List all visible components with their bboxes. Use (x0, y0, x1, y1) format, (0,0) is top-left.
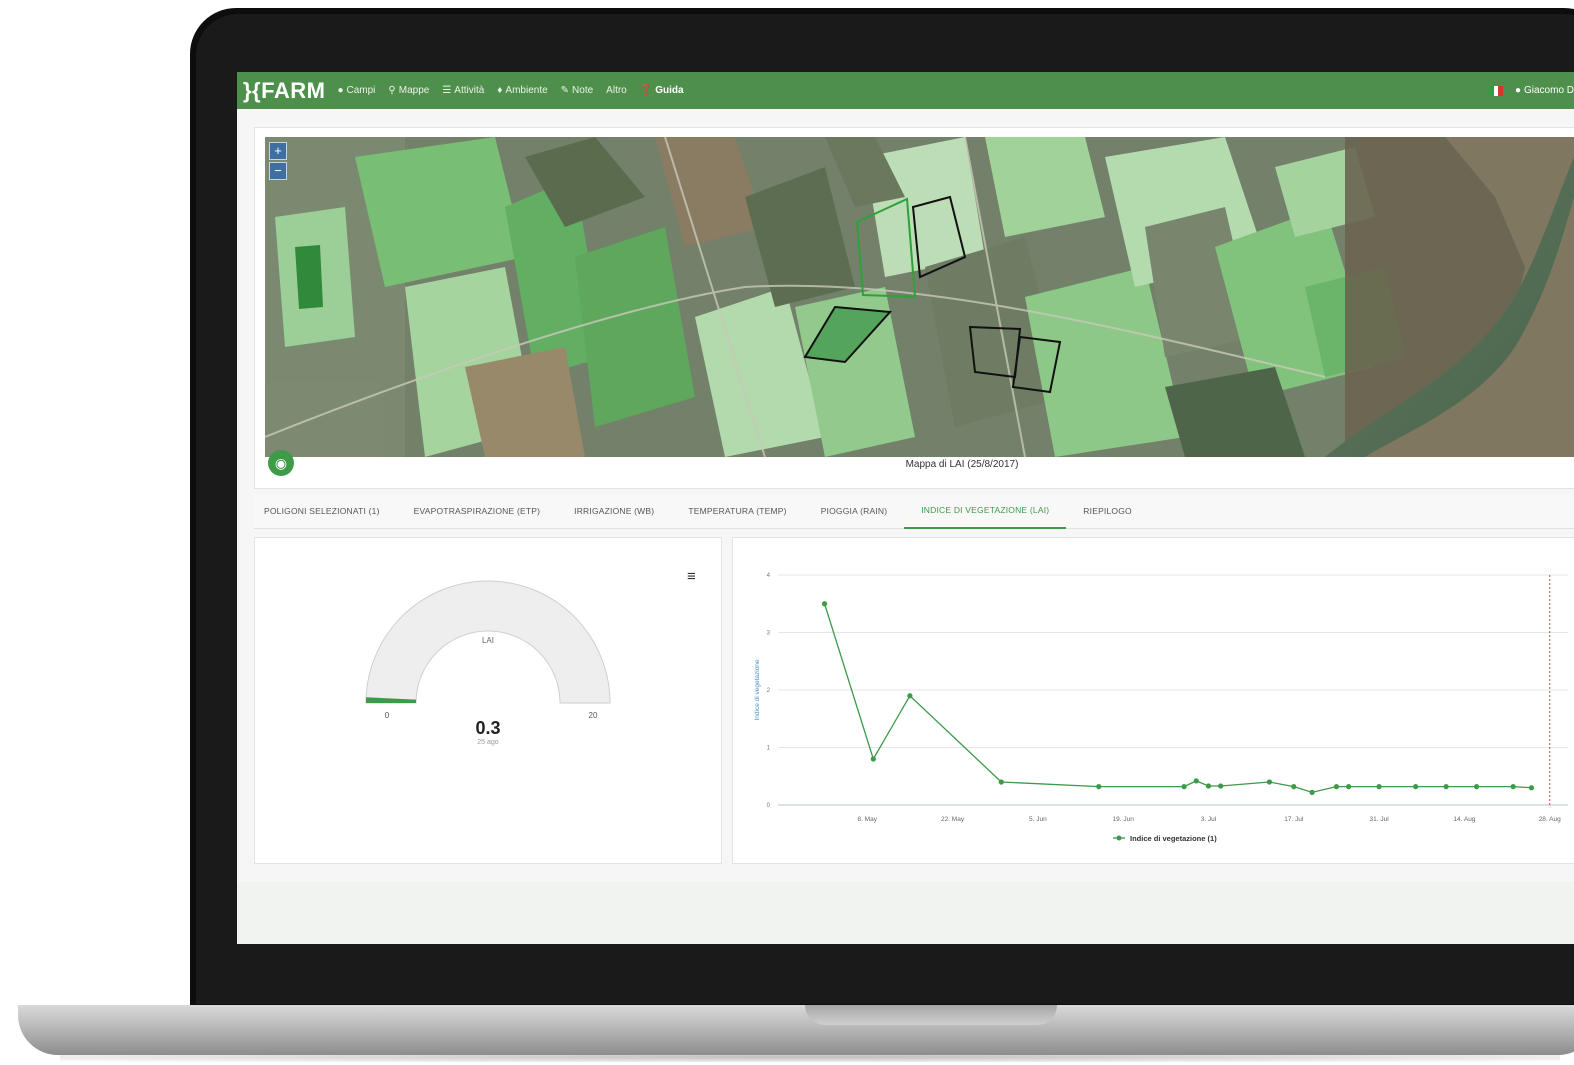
nav-mappe-label: Mappe (398, 85, 430, 96)
data-point (870, 756, 876, 762)
data-point (1096, 784, 1102, 790)
data-point (1528, 785, 1535, 791)
lai-chart-card: 0 1 2 3 4 8. May 22. May 5. Jun 19. Jun 3. Jul 17… (732, 537, 1574, 864)
chart-y-ticks: 0 1 2 3 4 (767, 573, 771, 809)
data-point (1413, 784, 1419, 790)
user-icon: ● (1514, 85, 1521, 96)
data-point (1266, 779, 1273, 785)
locate-icon[interactable]: ◉ (268, 450, 294, 476)
x-tick-label: 3. Jul (1201, 816, 1217, 823)
gauge-card: ≡ LAI 0 20 0.3 25 ago (254, 537, 722, 864)
nav-ambiente[interactable]: ♦ Ambiente (497, 85, 547, 96)
gauge-unit: 25 ago (477, 739, 499, 746)
nav-guida-label: Guida (655, 85, 684, 96)
y-tick-label: 1 (767, 746, 771, 752)
chart-y-axis-label: Indice di vegetazione (754, 659, 761, 720)
x-tick-label: 19. Jun (1112, 816, 1134, 823)
nav-altro[interactable]: Altro (606, 85, 627, 96)
data-point (1473, 784, 1480, 790)
chart-x-ticks: 8. May 22. May 5. Jun 19. Jun 3. Jul 17. Jul 3… (857, 816, 1561, 823)
tab-irrigazione[interactable]: IRRIGAZIONE (WB) (557, 494, 671, 528)
map-marker-icon: ⚲ (388, 85, 396, 96)
chart-grid (778, 574, 1568, 806)
data-point (1205, 783, 1212, 789)
user-menu[interactable]: ● Giacomo D (1515, 85, 1574, 96)
gauge-value: 0.3 (475, 718, 500, 738)
list-icon: ☰ (442, 85, 452, 96)
y-tick-label: 4 (767, 573, 771, 579)
italy-flag-icon[interactable] (1488, 85, 1503, 96)
map-caption: Mappa di LAI (25/8/2017) (905, 459, 1019, 470)
lai-line-chart: 0 1 2 3 4 8. May 22. May 5. Jun 19. Jun 3. Jul 17… (754, 573, 1568, 843)
zoom-out-button[interactable]: − (269, 162, 287, 180)
help-icon: ❓ (639, 85, 653, 96)
tab-poligoni[interactable]: POLIGONI SELEZIONATI (1) (254, 494, 397, 528)
data-point (1193, 778, 1199, 784)
gauge-max-label: 20 (589, 711, 598, 720)
map-zoom-controls: + − (269, 142, 287, 182)
tab-riepilogo[interactable]: RIEPILOGO (1066, 494, 1149, 528)
top-navbar: }{FARM ● Campi ⚲ Mappe ☰ Attività ♦ Ambi… (237, 72, 1574, 109)
x-tick-label: 31. Jul (1370, 816, 1390, 823)
nav-campi-label: Campi (346, 85, 376, 96)
lai-map[interactable] (265, 137, 1574, 457)
data-point (1376, 784, 1382, 790)
y-tick-label: 2 (767, 688, 771, 694)
page-footer-area (237, 882, 1574, 944)
legend-label: Indice di vegetazione (1) (1130, 834, 1217, 843)
brand-logo[interactable]: }{FARM (243, 78, 325, 104)
laptop-base (18, 1005, 1574, 1055)
drop-icon: ♦ (497, 85, 503, 96)
nav-attivita[interactable]: ☰ Attività (442, 85, 484, 96)
data-point (1333, 784, 1340, 790)
data-tabs: POLIGONI SELEZIONATI (1) EVAPOTRASPIRAZI… (254, 494, 1574, 529)
y-tick-label: 3 (767, 631, 771, 637)
x-tick-label: 8. May (857, 816, 877, 823)
navbar-right: ● Giacomo D (1488, 72, 1574, 109)
lai-gauge: LAI 0 20 0.3 25 ago (365, 580, 611, 746)
x-tick-label: 5. Jun (1029, 816, 1047, 823)
data-point (1510, 784, 1516, 790)
x-tick-label: 14. Aug (1453, 816, 1475, 823)
y-tick-label: 0 (767, 803, 771, 809)
data-point (1181, 784, 1187, 790)
nav-altro-label: Altro (606, 85, 627, 96)
tab-etp[interactable]: EVAPOTRASPIRAZIONE (ETP) (397, 494, 558, 528)
nav-attivita-label: Attività (454, 85, 485, 96)
edit-icon: ✎ (560, 85, 570, 96)
tab-temperatura[interactable]: TEMPERATURA (TEMP) (671, 494, 803, 528)
nav-campi[interactable]: ● Campi (337, 85, 375, 96)
x-tick-label: 28. Aug (1539, 816, 1561, 823)
data-point (998, 779, 1004, 785)
data-point (1309, 789, 1315, 795)
laptop-notch (805, 1005, 1057, 1025)
chart-legend[interactable]: Indice di vegetazione (1) (1113, 834, 1217, 843)
pin-icon: ● (337, 85, 344, 96)
nav-ambiente-label: Ambiente (505, 85, 548, 96)
satellite-map-image (265, 137, 1574, 457)
tab-pioggia[interactable]: PIOGGIA (RAIN) (804, 494, 905, 528)
data-point (821, 601, 828, 607)
nav-note[interactable]: ✎ Note (561, 85, 594, 96)
data-point (1218, 783, 1224, 789)
x-tick-label: 22. May (941, 816, 965, 823)
gauge-title: LAI (482, 636, 494, 645)
nav-guida[interactable]: ❓ Guida (640, 85, 684, 96)
zoom-in-button[interactable]: + (269, 142, 287, 160)
x-tick-label: 17. Jul (1284, 816, 1304, 823)
gauge-min-label: 0 (385, 711, 390, 720)
data-point (907, 693, 913, 699)
nav-note-label: Note (572, 85, 594, 96)
nav-mappe[interactable]: ⚲ Mappe (388, 85, 429, 96)
tab-lai[interactable]: INDICE DI VEGETAZIONE (LAI) (904, 493, 1067, 529)
data-point (1443, 784, 1449, 790)
user-name: Giacomo D (1523, 85, 1574, 96)
data-point (1346, 784, 1352, 790)
app-screen: }{FARM ● Campi ⚲ Mappe ☰ Attività ♦ Ambi… (237, 72, 1574, 944)
series-points (821, 601, 1535, 795)
data-point (1291, 784, 1297, 790)
